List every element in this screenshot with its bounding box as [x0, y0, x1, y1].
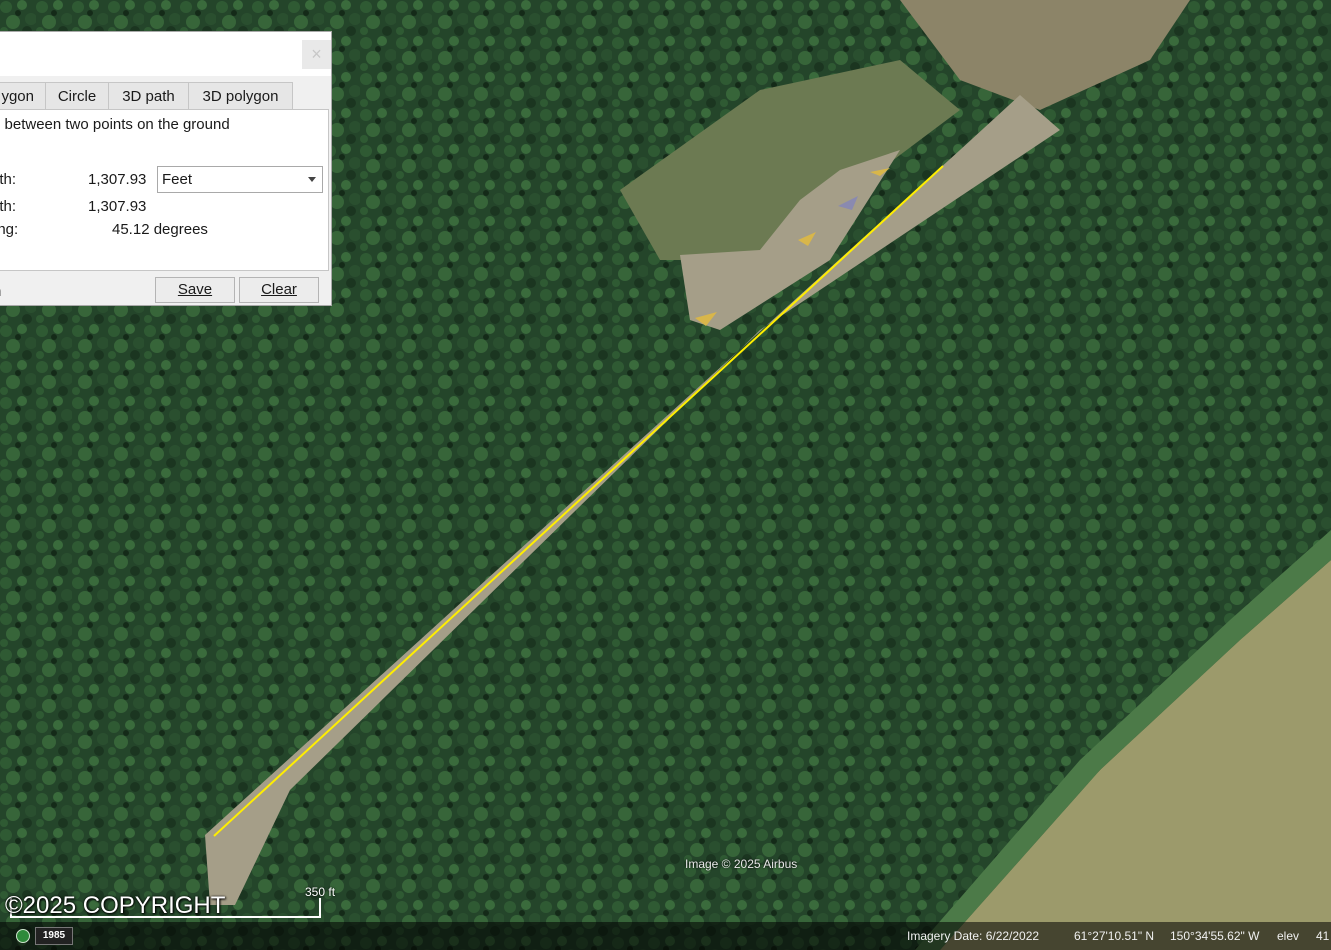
tab-3d-path[interactable]: 3D path: [108, 82, 189, 110]
elevation-label: elev: [1277, 929, 1300, 943]
close-icon: ×: [311, 44, 322, 64]
longitude-readout: 150°34'55.62" W: [1170, 929, 1260, 943]
map-length-value: 1,307.93: [88, 171, 147, 188]
heading-label: ing:: [0, 221, 19, 238]
clear-button[interactable]: Clear: [239, 277, 319, 303]
chevron-down-icon: [308, 177, 316, 182]
mouse-navigation-label: n: [0, 283, 1, 300]
tab-3d-polygon[interactable]: 3D polygon: [188, 82, 293, 110]
map-viewport[interactable]: × ygon Circle 3D path 3D polygon e betwe…: [0, 0, 1331, 950]
latitude-readout: 61°27'10.51" N: [1074, 929, 1155, 943]
imagery-date: Imagery Date: 6/22/2022: [907, 929, 1040, 943]
map-length-label: gth:: [0, 171, 17, 188]
measure-description: e between two points on the ground: [0, 116, 230, 133]
dialog-titlebar[interactable]: [0, 32, 331, 76]
clock-icon[interactable]: [16, 929, 30, 943]
ruler-dialog: × ygon Circle 3D path 3D polygon e betwe…: [0, 31, 332, 306]
tab-polygon[interactable]: ygon: [0, 82, 46, 110]
history-year-badge[interactable]: 1985: [35, 927, 73, 945]
ground-length-label: gth:: [0, 198, 17, 215]
units-select[interactable]: Feet: [157, 166, 323, 193]
close-button[interactable]: ×: [302, 40, 331, 69]
save-button[interactable]: Save: [155, 277, 235, 303]
ground-length-value: 1,307.93: [88, 198, 147, 215]
scale-label: 350 ft: [305, 885, 336, 899]
units-select-value: Feet: [162, 171, 193, 188]
heading-value: 45.12 degrees: [112, 221, 208, 238]
image-credit: Image © 2025 Airbus: [685, 857, 798, 871]
elevation-value: 41: [1316, 929, 1330, 943]
copyright-text: ©2025 COPYRIGHT: [5, 892, 226, 919]
tab-circle[interactable]: Circle: [45, 82, 109, 110]
